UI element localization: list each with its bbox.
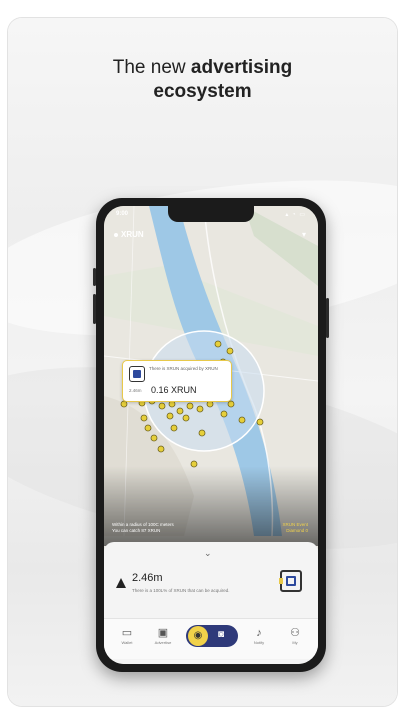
app-brand[interactable]: XRUN	[114, 230, 144, 239]
person-icon: ⚇	[290, 627, 300, 639]
tab-my[interactable]: ⚇ My	[282, 627, 308, 645]
distance-value: 2.46m	[132, 572, 163, 584]
chevron-down-icon[interactable]: ⌄	[204, 548, 212, 559]
phone-notch	[168, 206, 254, 222]
radius-info: Within a radius of 100C meters You can c…	[112, 522, 222, 534]
phone-screen: 9:00 ▴ ◔ ▭ XRUN ▾ There is XRUN acquired…	[104, 206, 318, 664]
bottom-sheet: ⌄ 2.46m There is a 100L% of XRUN that ca…	[104, 542, 318, 664]
camera-icon[interactable]: ◙	[218, 629, 224, 640]
coin-icon[interactable]: ◉	[188, 626, 208, 646]
navigation-arrow-icon	[116, 578, 126, 588]
radius-info-line-2: You can catch 87 XRUN	[112, 528, 161, 533]
brand-label: XRUN	[121, 230, 144, 239]
bell-icon: ♪	[256, 627, 262, 639]
map-bottom-gradient	[104, 466, 318, 546]
tab-notify[interactable]: ♪ Notify	[246, 627, 272, 645]
tab-label: Notify	[253, 640, 265, 645]
tab-label: My	[292, 640, 298, 645]
wallet-icon: ▭	[121, 627, 133, 639]
xrun-event-info[interactable]: XRUN Event Diamond 0	[282, 522, 308, 534]
status-icons: ▴ ◔ ▭	[285, 212, 306, 218]
popup-description: There is XRUN acquired by XRUN	[149, 366, 218, 371]
headline-line-1: The new advertising	[0, 56, 405, 80]
headline-plain: The new	[112, 57, 191, 78]
tab-label: Wallet	[121, 640, 133, 645]
phone-side-button	[326, 298, 329, 338]
center-action-pill[interactable]: ◉ ◙	[186, 625, 238, 647]
headline-line-2: ecosystem	[153, 81, 252, 102]
headline: The new advertising ecosystem	[0, 56, 405, 104]
tab-bar: ▭ Wallet ▣ Advertise ◉ ◙ ♪ Notify ⚇ My	[104, 618, 318, 659]
phone-mockup: 9:00 ▴ ◔ ▭ XRUN ▾ There is XRUN acquired…	[93, 198, 329, 672]
popup-distance: 2.46m	[129, 388, 142, 393]
filter-icon[interactable]: ▾	[302, 230, 306, 239]
tab-label: Advertise	[154, 640, 172, 645]
coin-info-popup[interactable]: There is XRUN acquired by XRUN 2.46m 0.1…	[122, 360, 232, 402]
popup-amount: 0.16 XRUN	[151, 385, 197, 395]
xrun-event-line-2: Diamond 0	[286, 528, 308, 533]
phone-side-button	[93, 268, 96, 286]
tab-wallet[interactable]: ▭ Wallet	[114, 627, 140, 645]
tab-advertise[interactable]: ▣ Advertise	[150, 627, 176, 645]
phone-side-button	[93, 294, 96, 324]
status-time: 9:00	[116, 211, 129, 217]
distance-subtitle: There is a 100L% of XRUN that can be acq…	[132, 588, 230, 593]
xrun-logo-icon	[129, 366, 145, 382]
xrun-scan-icon[interactable]	[279, 570, 302, 592]
ad-icon: ▣	[157, 627, 169, 639]
headline-bold: advertising	[190, 57, 293, 78]
brand-dot-icon	[114, 232, 118, 237]
